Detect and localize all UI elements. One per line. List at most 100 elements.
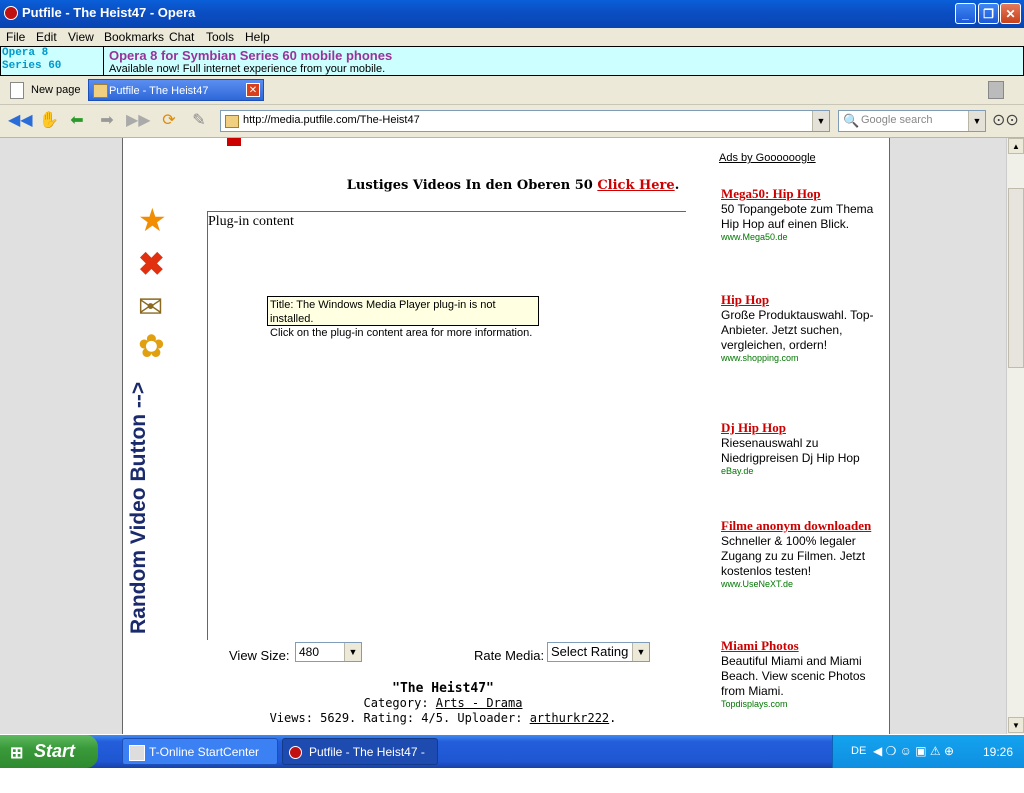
- hand-icon[interactable]: ✋: [38, 111, 60, 131]
- taskbar-item-tonline[interactable]: T-Online StartCenter: [122, 738, 278, 765]
- search-dropdown-icon[interactable]: ▼: [968, 111, 985, 131]
- windows-logo-icon: ⊞: [10, 745, 24, 762]
- restore-button[interactable]: ❐: [978, 3, 999, 24]
- scroll-thumb[interactable]: [1008, 188, 1024, 368]
- taskbar-item-label: Putfile - The Heist47 - ...: [309, 745, 425, 786]
- back-icon[interactable]: ⬅: [66, 111, 88, 131]
- stats-text: Views: 5629. Rating: 4/5. Uploader:: [269, 711, 523, 725]
- pinwheel-icon[interactable]: ✿: [138, 330, 170, 362]
- address-dropdown-icon[interactable]: ▼: [812, 111, 829, 131]
- uploader-link[interactable]: arthurkr222: [530, 711, 609, 725]
- chevron-down-icon: ▼: [632, 643, 649, 661]
- forward-icon[interactable]: ➡: [96, 111, 118, 131]
- ad-title-link[interactable]: Dj Hip Hop: [721, 420, 881, 436]
- category-label: Category:: [363, 696, 429, 710]
- view-size-select[interactable]: 480 ▼: [295, 642, 362, 662]
- ad-body: Beautiful Miami and Miami Beach. View sc…: [721, 654, 866, 698]
- rate-media-select[interactable]: Select Rating ▼: [547, 642, 650, 662]
- add-favorite-star-icon[interactable]: ★: [138, 204, 170, 236]
- ad-url[interactable]: eBay.de: [721, 466, 881, 476]
- ad-url[interactable]: www.UseNeXT.de: [721, 579, 881, 589]
- tab-title: Putfile - The Heist47: [109, 85, 209, 97]
- view-size-value: 480: [299, 645, 320, 659]
- new-page-tab[interactable]: New page: [6, 79, 84, 101]
- ad-body: 50 Topangebote zum Thema Hip Hop auf ein…: [721, 202, 874, 231]
- search-placeholder: Google search: [861, 114, 933, 126]
- navigation-bar: ◀◀ ✋ ⬅ ➡ ▶▶ ⟳ ✎ http://media.putfile.com…: [0, 105, 1024, 138]
- opera-logo-icon: [289, 746, 302, 759]
- page-icon: [93, 84, 108, 98]
- tooltip-line1: Title: The Windows Media Player plug-in …: [270, 299, 496, 325]
- opera-ad-banner[interactable]: Opera 8 Series 60 Opera 8 for Symbian Se…: [0, 46, 1024, 76]
- stats-line: Views: 5629. Rating: 4/5. Uploader: arth…: [123, 711, 763, 725]
- trash-icon[interactable]: [988, 81, 1004, 99]
- address-field[interactable]: http://media.putfile.com/The-Heist47 ▼: [220, 110, 830, 132]
- category-line: Category: Arts - Drama: [123, 696, 763, 710]
- glasses-icon[interactable]: ⊙⊙: [992, 111, 1019, 131]
- chevron-down-icon: ▼: [344, 643, 361, 661]
- promo-click-here-link[interactable]: Click Here: [597, 178, 674, 193]
- delete-x-icon[interactable]: ✖: [138, 248, 170, 280]
- reload-icon[interactable]: ⟳: [158, 111, 180, 131]
- ads-by-google-link[interactable]: Ads by Goooooogle: [719, 152, 816, 164]
- ad-body: Große Produktauswahl. Top-Anbieter. Jetz…: [721, 308, 874, 352]
- system-tray: DE ◀ ❍ ☺ ▣ ⚠ ⊕ 19:26: [832, 735, 1024, 768]
- app-icon: [129, 745, 145, 761]
- menu-chat[interactable]: Chat: [169, 30, 194, 44]
- search-field[interactable]: 🔍 Google search ▼: [838, 110, 986, 132]
- menu-bar: File Edit View Bookmarks Chat Tools Help: [0, 28, 1024, 46]
- start-label: Start: [34, 741, 76, 761]
- banner-left-line1: Opera 8: [2, 47, 49, 59]
- menu-bookmarks[interactable]: Bookmarks: [104, 30, 164, 44]
- close-window-button[interactable]: ✕: [1000, 3, 1021, 24]
- menu-view[interactable]: View: [68, 30, 94, 44]
- language-indicator[interactable]: DE: [851, 745, 866, 757]
- menu-help[interactable]: Help: [245, 30, 270, 44]
- minimize-button[interactable]: _: [955, 3, 976, 24]
- ad-item: Hip Hop Große Produktauswahl. Top-Anbiet…: [721, 292, 881, 363]
- banner-headline[interactable]: Opera 8 for Symbian Series 60 mobile pho…: [109, 48, 392, 63]
- close-tab-icon[interactable]: ✕: [246, 83, 260, 97]
- page-viewport: Lustiges Videos In den Oberen 50 Click H…: [0, 138, 1006, 734]
- promo-line: Lustiges Videos In den Oberen 50 Click H…: [303, 178, 723, 193]
- vertical-scrollbar[interactable]: ▲ ▼: [1006, 138, 1024, 734]
- scroll-down-icon[interactable]: ▼: [1008, 717, 1024, 733]
- search-icon: 🔍: [843, 113, 860, 128]
- ad-url[interactable]: www.Mega50.de: [721, 232, 881, 242]
- ad-item: Miami Photos Beautiful Miami and Miami B…: [721, 638, 881, 709]
- plugin-content-area[interactable]: Plug-in content: [207, 211, 686, 640]
- rewind-icon[interactable]: ◀◀: [8, 111, 33, 131]
- fast-forward-icon[interactable]: ▶▶: [126, 111, 151, 131]
- page-content: Lustiges Videos In den Oberen 50 Click H…: [122, 138, 890, 734]
- window-title-bar[interactable]: Putfile - The Heist47 - Opera _ ❐ ✕: [0, 0, 1024, 28]
- start-button[interactable]: ⊞ Start: [0, 735, 98, 768]
- menu-tools[interactable]: Tools: [206, 30, 234, 44]
- ad-title-link[interactable]: Miami Photos: [721, 638, 881, 654]
- ad-title-link[interactable]: Filme anonym downloaden: [721, 518, 881, 534]
- email-envelope-icon[interactable]: ✉: [138, 292, 170, 324]
- ad-url[interactable]: Topdisplays.com: [721, 699, 881, 709]
- media-title: "The Heist47": [392, 681, 494, 696]
- ad-url[interactable]: www.shopping.com: [721, 353, 881, 363]
- stats-end: .: [609, 711, 617, 725]
- clock: 19:26: [983, 745, 1014, 759]
- opera-logo-icon: [4, 6, 18, 20]
- tab-putfile[interactable]: Putfile - The Heist47 ✕: [88, 79, 264, 101]
- new-page-label: New page: [31, 84, 81, 96]
- ad-title-link[interactable]: Mega50: Hip Hop: [721, 186, 881, 202]
- category-link[interactable]: Arts - Drama: [436, 696, 523, 710]
- taskbar-item-label: T-Online StartCenter: [149, 745, 260, 759]
- ad-body: Schneller & 100% legaler Zugang zu zu Fi…: [721, 534, 866, 578]
- menu-file[interactable]: File: [6, 30, 25, 44]
- banner-subline: Available now! Full internet experience …: [109, 63, 386, 75]
- menu-edit[interactable]: Edit: [36, 30, 57, 44]
- scroll-up-icon[interactable]: ▲: [1008, 138, 1024, 154]
- ad-title-link[interactable]: Hip Hop: [721, 292, 881, 308]
- tooltip-line2: Click on the plug-in content area for mo…: [270, 327, 533, 339]
- plugin-tooltip: Title: The Windows Media Player plug-in …: [267, 296, 539, 339]
- taskbar-item-opera[interactable]: Putfile - The Heist47 - ...: [282, 738, 438, 786]
- edit-pen-icon[interactable]: ✎: [188, 111, 210, 131]
- ad-item: Mega50: Hip Hop 50 Topangebote zum Thema…: [721, 186, 881, 242]
- tray-icons[interactable]: ◀ ❍ ☺ ▣ ⚠ ⊕: [873, 744, 954, 758]
- page-icon: [225, 115, 239, 128]
